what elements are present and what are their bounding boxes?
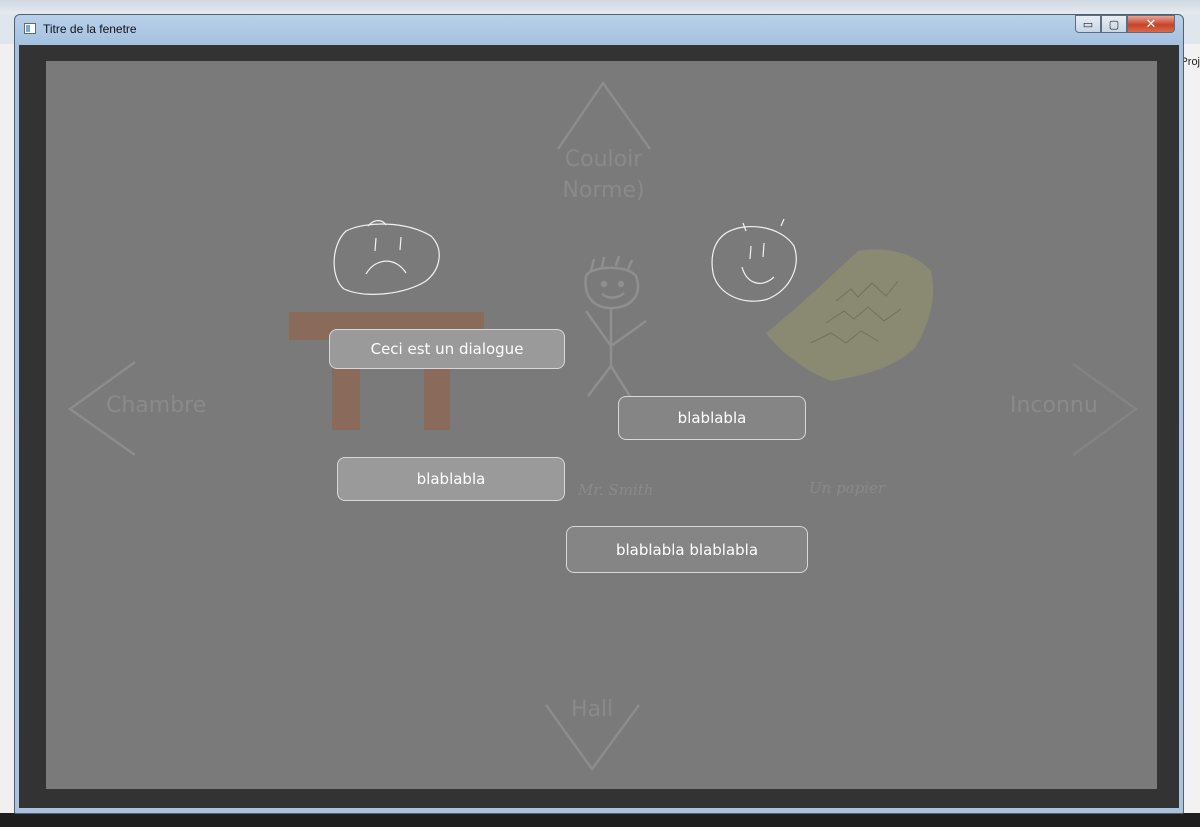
maximize-button[interactable]: ▢ bbox=[1101, 15, 1127, 33]
close-button[interactable]: ✕ bbox=[1127, 15, 1175, 33]
app-icon bbox=[24, 23, 36, 34]
taskbar-strip bbox=[0, 813, 1200, 827]
nav-north-label[interactable]: Couloir Norme) bbox=[546, 145, 661, 207]
desktop-background-left bbox=[0, 44, 14, 814]
minimize-button[interactable]: ▭ bbox=[1075, 15, 1101, 33]
mr-smith-caption: Mr. Smith bbox=[578, 481, 654, 499]
game-canvas[interactable]: Couloir Norme) Chambre Inconnu Hall Mr. … bbox=[46, 61, 1157, 789]
nav-east-label[interactable]: Inconnu bbox=[1010, 391, 1098, 422]
dialogue-option-1[interactable]: blablabla bbox=[618, 396, 806, 440]
app-window: Titre de la fenetre ▭ ▢ ✕ Couloir Norme)… bbox=[14, 14, 1184, 814]
happy-face-drawing bbox=[711, 218, 797, 302]
nav-west-label[interactable]: Chambre bbox=[106, 391, 206, 422]
window-title: Titre de la fenetre bbox=[43, 22, 137, 36]
client-area: Couloir Norme) Chambre Inconnu Hall Mr. … bbox=[19, 45, 1179, 808]
desktop-background-top bbox=[0, 0, 1200, 14]
paper-drawing bbox=[766, 249, 934, 381]
sad-face-drawing bbox=[333, 220, 440, 295]
title-bar[interactable]: Titre de la fenetre ▭ ▢ ✕ bbox=[15, 15, 1183, 45]
dialogue-option-2[interactable]: blablabla bbox=[337, 457, 565, 501]
dialogue-title-box: Ceci est un dialogue bbox=[329, 329, 565, 369]
dialogue-option-3[interactable]: blablabla blablabla bbox=[566, 526, 808, 573]
mr-smith-drawing bbox=[584, 255, 647, 407]
paper-caption: Un papier bbox=[809, 479, 886, 497]
north-arrow-icon bbox=[556, 80, 652, 150]
nav-south-label[interactable]: Hall bbox=[571, 695, 613, 726]
